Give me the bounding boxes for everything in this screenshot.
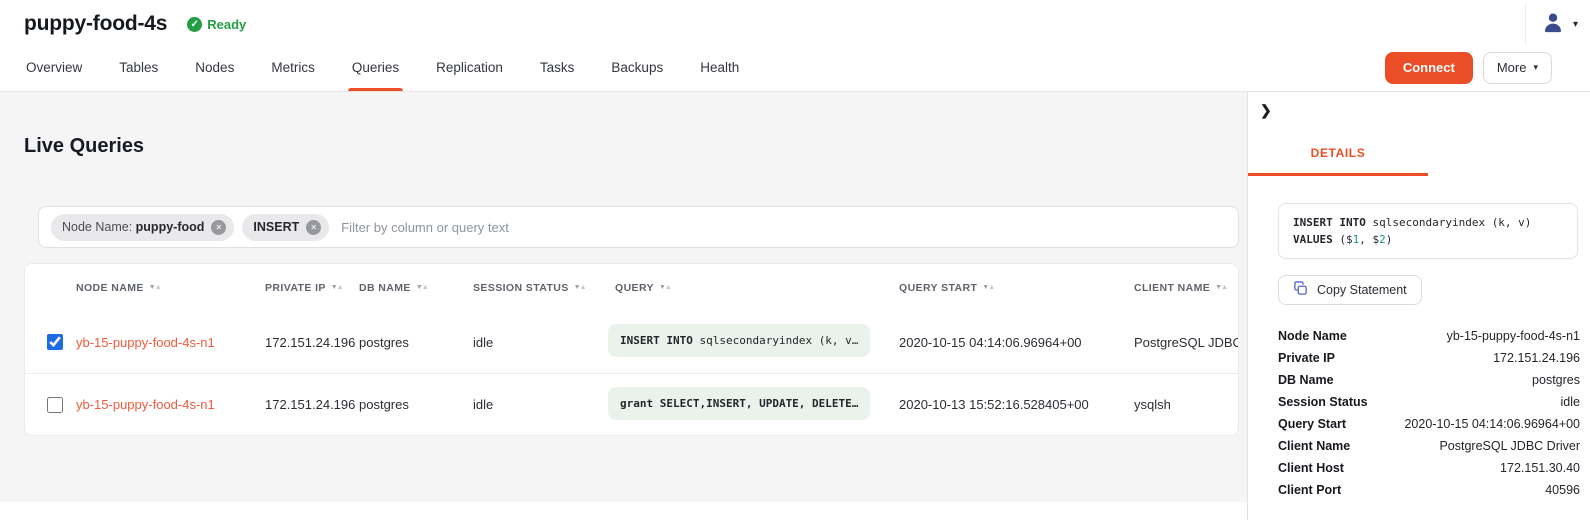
tab-overview[interactable]: Overview [24,44,84,91]
filter-chip-node-name[interactable]: Node Name: puppy-food ✕ [51,214,234,241]
details-fields: Node Nameyb-15-puppy-food-4s-n1 Private … [1278,329,1580,505]
queries-table: NODE NAME ▼▲ PRIVATE IP ▼▲ DB NAME ▼▲ SE… [24,263,1239,436]
status-label: Ready [207,17,246,32]
column-header-query[interactable]: QUERY ▼▲ [608,282,899,294]
private-ip-cell: 172.151.24.196 [265,335,359,350]
check-circle-icon: ✓ [187,17,202,32]
sort-icon[interactable]: ▼▲ [982,284,994,291]
table-row[interactable]: yb-15-puppy-food-4s-n1 172.151.24.196 po… [25,373,1238,435]
live-queries-page: Live Queries Node Name: puppy-food ✕ INS… [0,92,1247,520]
caret-down-icon: ▾ [1533,62,1538,73]
client-name-cell: ysqlsh [1134,397,1238,412]
sort-icon[interactable]: ▼▲ [416,284,428,291]
copy-statement-button[interactable]: Copy Statement [1278,275,1422,305]
column-header-db-name[interactable]: DB NAME ▼▲ [359,282,473,294]
top-header: puppy-food-4s ✓ Ready ▾ Overview Tables … [0,0,1590,92]
tab-health[interactable]: Health [698,44,741,91]
sort-icon[interactable]: ▼▲ [659,284,671,291]
filter-bar: Node Name: puppy-food ✕ INSERT ✕ [38,206,1239,248]
statement-line-1: INSERT INTO sqlsecondaryindex (k, v) [1293,214,1563,231]
row-checkbox[interactable] [47,334,63,350]
column-header-query-start[interactable]: QUERY START ▼▲ [899,282,1134,294]
node-name-link[interactable]: yb-15-puppy-food-4s-n1 [76,335,215,350]
sort-icon[interactable]: ▼▲ [574,284,586,291]
filter-chip-label: INSERT [253,220,299,234]
sort-icon[interactable]: ▼▲ [149,284,161,291]
query-start-cell: 2020-10-13 15:52:16.528405+00 [899,397,1134,412]
query-start-cell: 2020-10-15 04:14:06.96964+00 [899,335,1134,350]
copy-icon [1293,281,1308,299]
row-checkbox[interactable] [47,397,63,413]
status-badge: ✓ Ready [187,17,246,32]
db-name-cell: postgres [359,335,473,350]
details-panel: ❯ DETAILS INSERT INTO sqlsecondaryindex … [1247,92,1590,520]
user-menu-caret-icon[interactable]: ▾ [1573,19,1578,30]
detail-field: Session Statusidle [1278,395,1580,417]
close-icon[interactable]: ✕ [211,220,226,235]
client-name-cell: PostgreSQL JDBC Driver [1134,335,1238,350]
table-header-row: NODE NAME ▼▲ PRIVATE IP ▼▲ DB NAME ▼▲ SE… [25,264,1238,311]
detail-field: Node Nameyb-15-puppy-food-4s-n1 [1278,329,1580,351]
detail-field: Client NamePostgreSQL JDBC Driver [1278,439,1580,461]
filter-chip-label: Node Name: puppy-food [62,220,204,234]
statement-line-2: VALUES ($1, $2) [1293,231,1563,248]
column-header-session-status[interactable]: SESSION STATUS ▼▲ [473,282,608,294]
session-status-cell: idle [473,397,608,412]
collapse-panel-button[interactable]: ❯ [1260,102,1272,119]
column-header-client-name[interactable]: CLIENT NAME ▼▲ [1134,282,1238,294]
connect-button[interactable]: Connect [1385,52,1473,84]
query-snippet: INSERT INTO sqlsecondaryindex (k, v… [608,324,870,357]
column-header-node-name[interactable]: NODE NAME ▼▲ [76,282,265,294]
more-button[interactable]: More ▾ [1483,52,1552,84]
db-name-cell: postgres [359,397,473,412]
detail-field: Private IP172.151.24.196 [1278,351,1580,373]
copy-statement-label: Copy Statement [1317,283,1407,297]
tab-tables[interactable]: Tables [117,44,160,91]
statement-preview: INSERT INTO sqlsecondaryindex (k, v) VAL… [1278,203,1578,259]
more-button-label: More [1497,60,1527,75]
table-row[interactable]: yb-15-puppy-food-4s-n1 172.151.24.196 po… [25,311,1238,373]
filter-chip-insert[interactable]: INSERT ✕ [242,214,329,241]
nav-tabs: Overview Tables Nodes Metrics Queries Re… [24,44,741,91]
tab-backups[interactable]: Backups [609,44,665,91]
detail-field: Client Host172.151.30.40 [1278,461,1580,483]
private-ip-cell: 172.151.24.196 [265,397,359,412]
query-snippet: grant SELECT,INSERT, UPDATE, DELETE… [608,387,870,420]
cluster-title: puppy-food-4s [24,12,167,36]
filter-input[interactable] [341,220,1226,235]
tab-nodes[interactable]: Nodes [193,44,236,91]
node-name-link[interactable]: yb-15-puppy-food-4s-n1 [76,397,215,412]
sort-icon[interactable]: ▼▲ [331,284,343,291]
tab-details[interactable]: DETAILS [1248,132,1428,176]
sort-icon[interactable]: ▼▲ [1215,284,1227,291]
session-status-cell: idle [473,335,608,350]
tab-replication[interactable]: Replication [434,44,505,91]
tab-tasks[interactable]: Tasks [538,44,577,91]
close-icon[interactable]: ✕ [306,220,321,235]
detail-field: Client Port40596 [1278,483,1580,505]
detail-field: Query Start2020-10-15 04:14:06.96964+00 [1278,417,1580,439]
user-avatar-icon[interactable] [1542,11,1564,38]
detail-field: DB Namepostgres [1278,373,1580,395]
header-divider [1525,4,1526,44]
tab-queries[interactable]: Queries [350,44,401,91]
tab-metrics[interactable]: Metrics [269,44,317,91]
page-title: Live Queries [24,135,1247,158]
column-header-private-ip[interactable]: PRIVATE IP ▼▲ [265,282,359,294]
